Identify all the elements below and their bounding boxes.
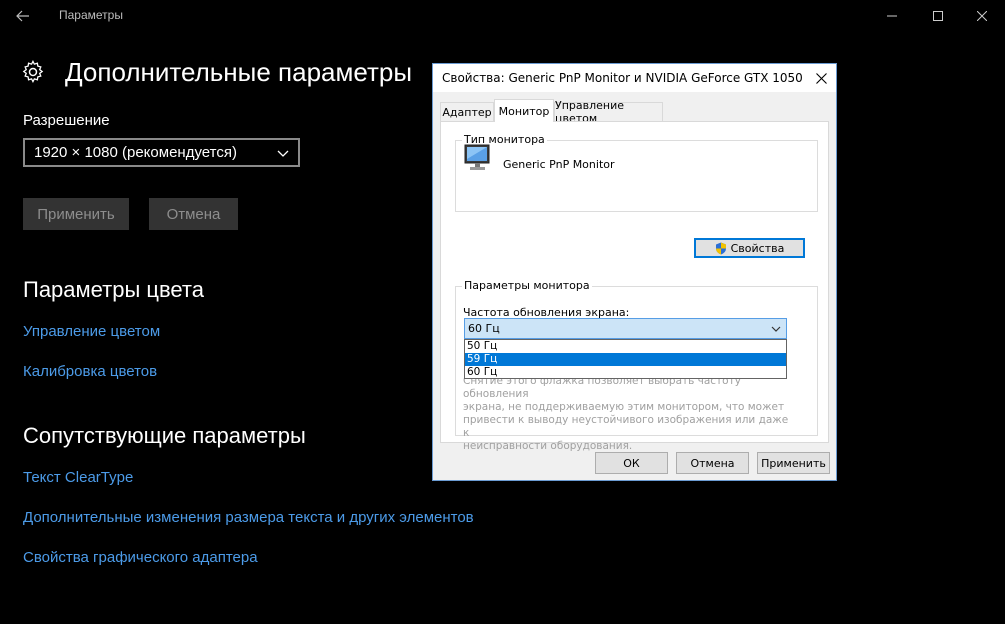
refresh-rate-value: 60 Гц bbox=[468, 322, 500, 335]
shield-icon bbox=[715, 242, 726, 254]
refresh-option-60[interactable]: 60 Гц bbox=[465, 366, 786, 379]
color-calibration-link[interactable]: Калибровка цветов bbox=[23, 363, 157, 380]
monitor-properties-button[interactable]: Свойства bbox=[694, 238, 805, 258]
dialog-close-button[interactable] bbox=[812, 69, 830, 87]
resolution-label: Разрешение bbox=[23, 112, 110, 129]
text-size-link[interactable]: Дополнительные изменения размера текста … bbox=[23, 509, 474, 526]
page-title: Дополнительные параметры bbox=[65, 57, 413, 87]
minimize-icon bbox=[887, 15, 897, 17]
monitor-properties-label: Свойства bbox=[730, 241, 785, 255]
cancel-button[interactable]: Отмена bbox=[149, 198, 238, 230]
monitor-properties-dialog: Свойства: Generic PnP Monitor и NVIDIA G… bbox=[432, 63, 837, 481]
back-button[interactable] bbox=[0, 0, 46, 32]
dialog-apply-button[interactable]: Применить bbox=[757, 452, 830, 474]
chevron-down-icon bbox=[277, 150, 289, 157]
app-title: Параметры bbox=[59, 8, 123, 22]
cleartype-link[interactable]: Текст ClearType bbox=[23, 469, 133, 486]
close-icon bbox=[815, 72, 827, 84]
monitor-type-group: Тип монитора bbox=[455, 133, 818, 212]
color-management-link[interactable]: Управление цветом bbox=[23, 323, 160, 340]
warning-line: экрана, не поддерживаемую этим монитором… bbox=[463, 401, 785, 413]
back-arrow-icon bbox=[16, 10, 29, 22]
monitor-tab-panel: Тип монитора Generic PnP Monitor Свойств… bbox=[440, 121, 829, 452]
refresh-rate-dropdown: 50 Гц 59 Гц 60 Гц bbox=[464, 339, 787, 379]
ok-button[interactable]: ОК bbox=[595, 452, 668, 474]
monitor-params-caption: Параметры монитора bbox=[462, 279, 592, 292]
dialog-titlebar: Свойства: Generic PnP Monitor и NVIDIA G… bbox=[433, 64, 836, 92]
close-icon bbox=[977, 11, 987, 21]
tab-monitor[interactable]: Монитор bbox=[494, 99, 554, 122]
related-section-title: Сопутствующие параметры bbox=[23, 423, 306, 448]
refresh-option-59[interactable]: 59 Гц bbox=[465, 353, 786, 366]
refresh-option-50[interactable]: 50 Гц bbox=[465, 340, 786, 353]
color-section-title: Параметры цвета bbox=[23, 277, 204, 302]
close-button[interactable] bbox=[959, 0, 1005, 32]
dialog-cancel-button[interactable]: Отмена bbox=[676, 452, 749, 474]
warning-line: привести к выводу неустойчивого изображе… bbox=[463, 414, 789, 439]
monitor-icon bbox=[464, 144, 490, 170]
gear-icon bbox=[21, 59, 45, 84]
monitor-name: Generic PnP Monitor bbox=[503, 158, 615, 171]
maximize-icon bbox=[933, 11, 943, 21]
tab-color-management[interactable]: Управление цветом bbox=[554, 99, 663, 125]
minimize-button[interactable] bbox=[869, 0, 915, 32]
settings-titlebar: Параметры bbox=[0, 0, 1005, 32]
maximize-button[interactable] bbox=[915, 0, 961, 32]
resolution-value: 1920 × 1080 (рекомендуется) bbox=[34, 144, 237, 161]
chevron-down-icon bbox=[771, 326, 781, 332]
adapter-properties-link[interactable]: Свойства графического адаптера bbox=[23, 549, 258, 566]
refresh-rate-combo[interactable]: 60 Гц bbox=[464, 318, 787, 339]
resolution-select[interactable]: 1920 × 1080 (рекомендуется) bbox=[23, 138, 300, 167]
apply-button[interactable]: Применить bbox=[23, 198, 129, 230]
tab-adapter[interactable]: Адаптер bbox=[440, 102, 494, 121]
refresh-warning-text: Снятие этого флажка позволяет выбрать ча… bbox=[463, 375, 793, 453]
dialog-title: Свойства: Generic PnP Monitor и NVIDIA G… bbox=[442, 71, 803, 85]
